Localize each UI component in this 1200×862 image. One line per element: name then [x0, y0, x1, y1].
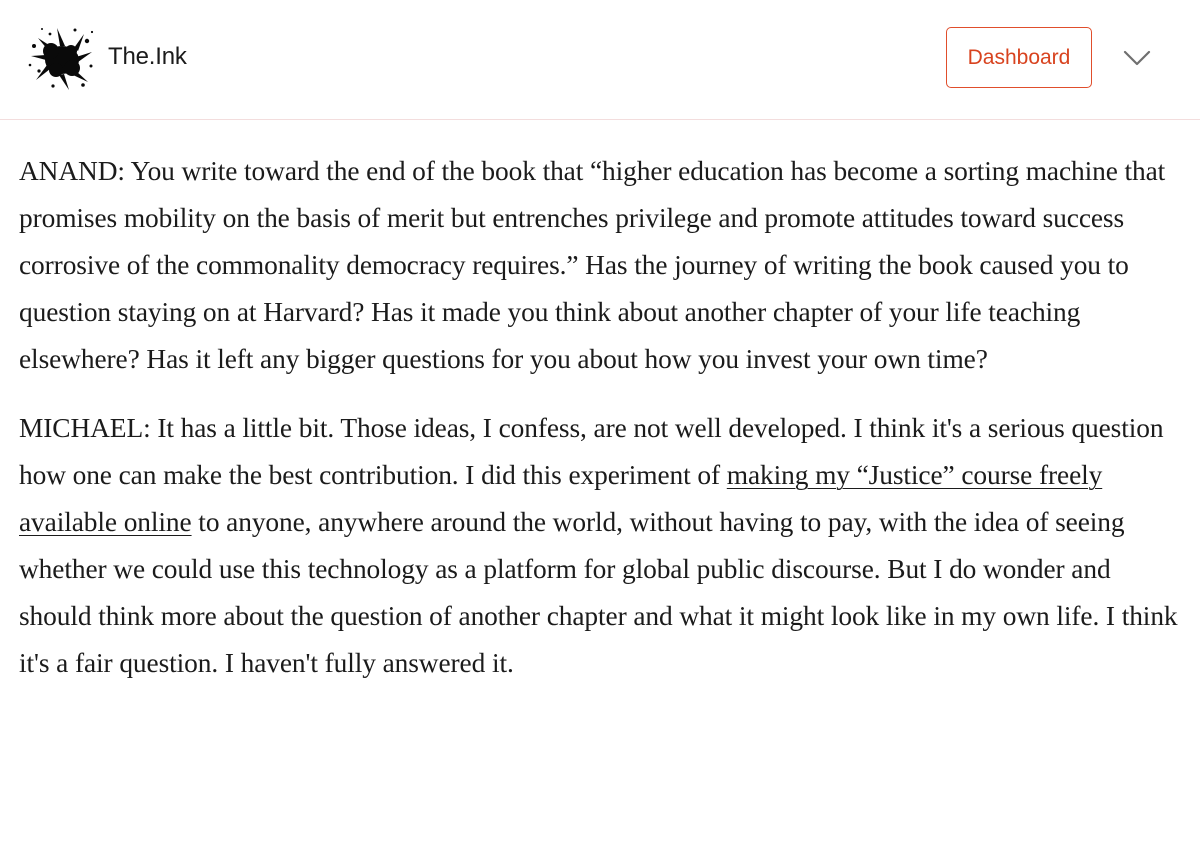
article-body: ANAND: You write toward the end of the b…	[19, 148, 1179, 709]
site-header: The.Ink Dashboard	[0, 0, 1200, 120]
dashboard-button[interactable]: Dashboard	[946, 27, 1092, 88]
interview-question-paragraph: ANAND: You write toward the end of the b…	[19, 156, 1166, 374]
chevron-down-icon[interactable]	[1120, 44, 1154, 74]
publication-name[interactable]: The.Ink	[108, 43, 187, 71]
ink-splat-icon[interactable]	[26, 24, 96, 94]
answer-text-end: to anyone, anywhere around the world, wi…	[19, 507, 1178, 678]
interview-answer-paragraph: MICHAEL: It has a little bit. Those idea…	[19, 405, 1179, 687]
